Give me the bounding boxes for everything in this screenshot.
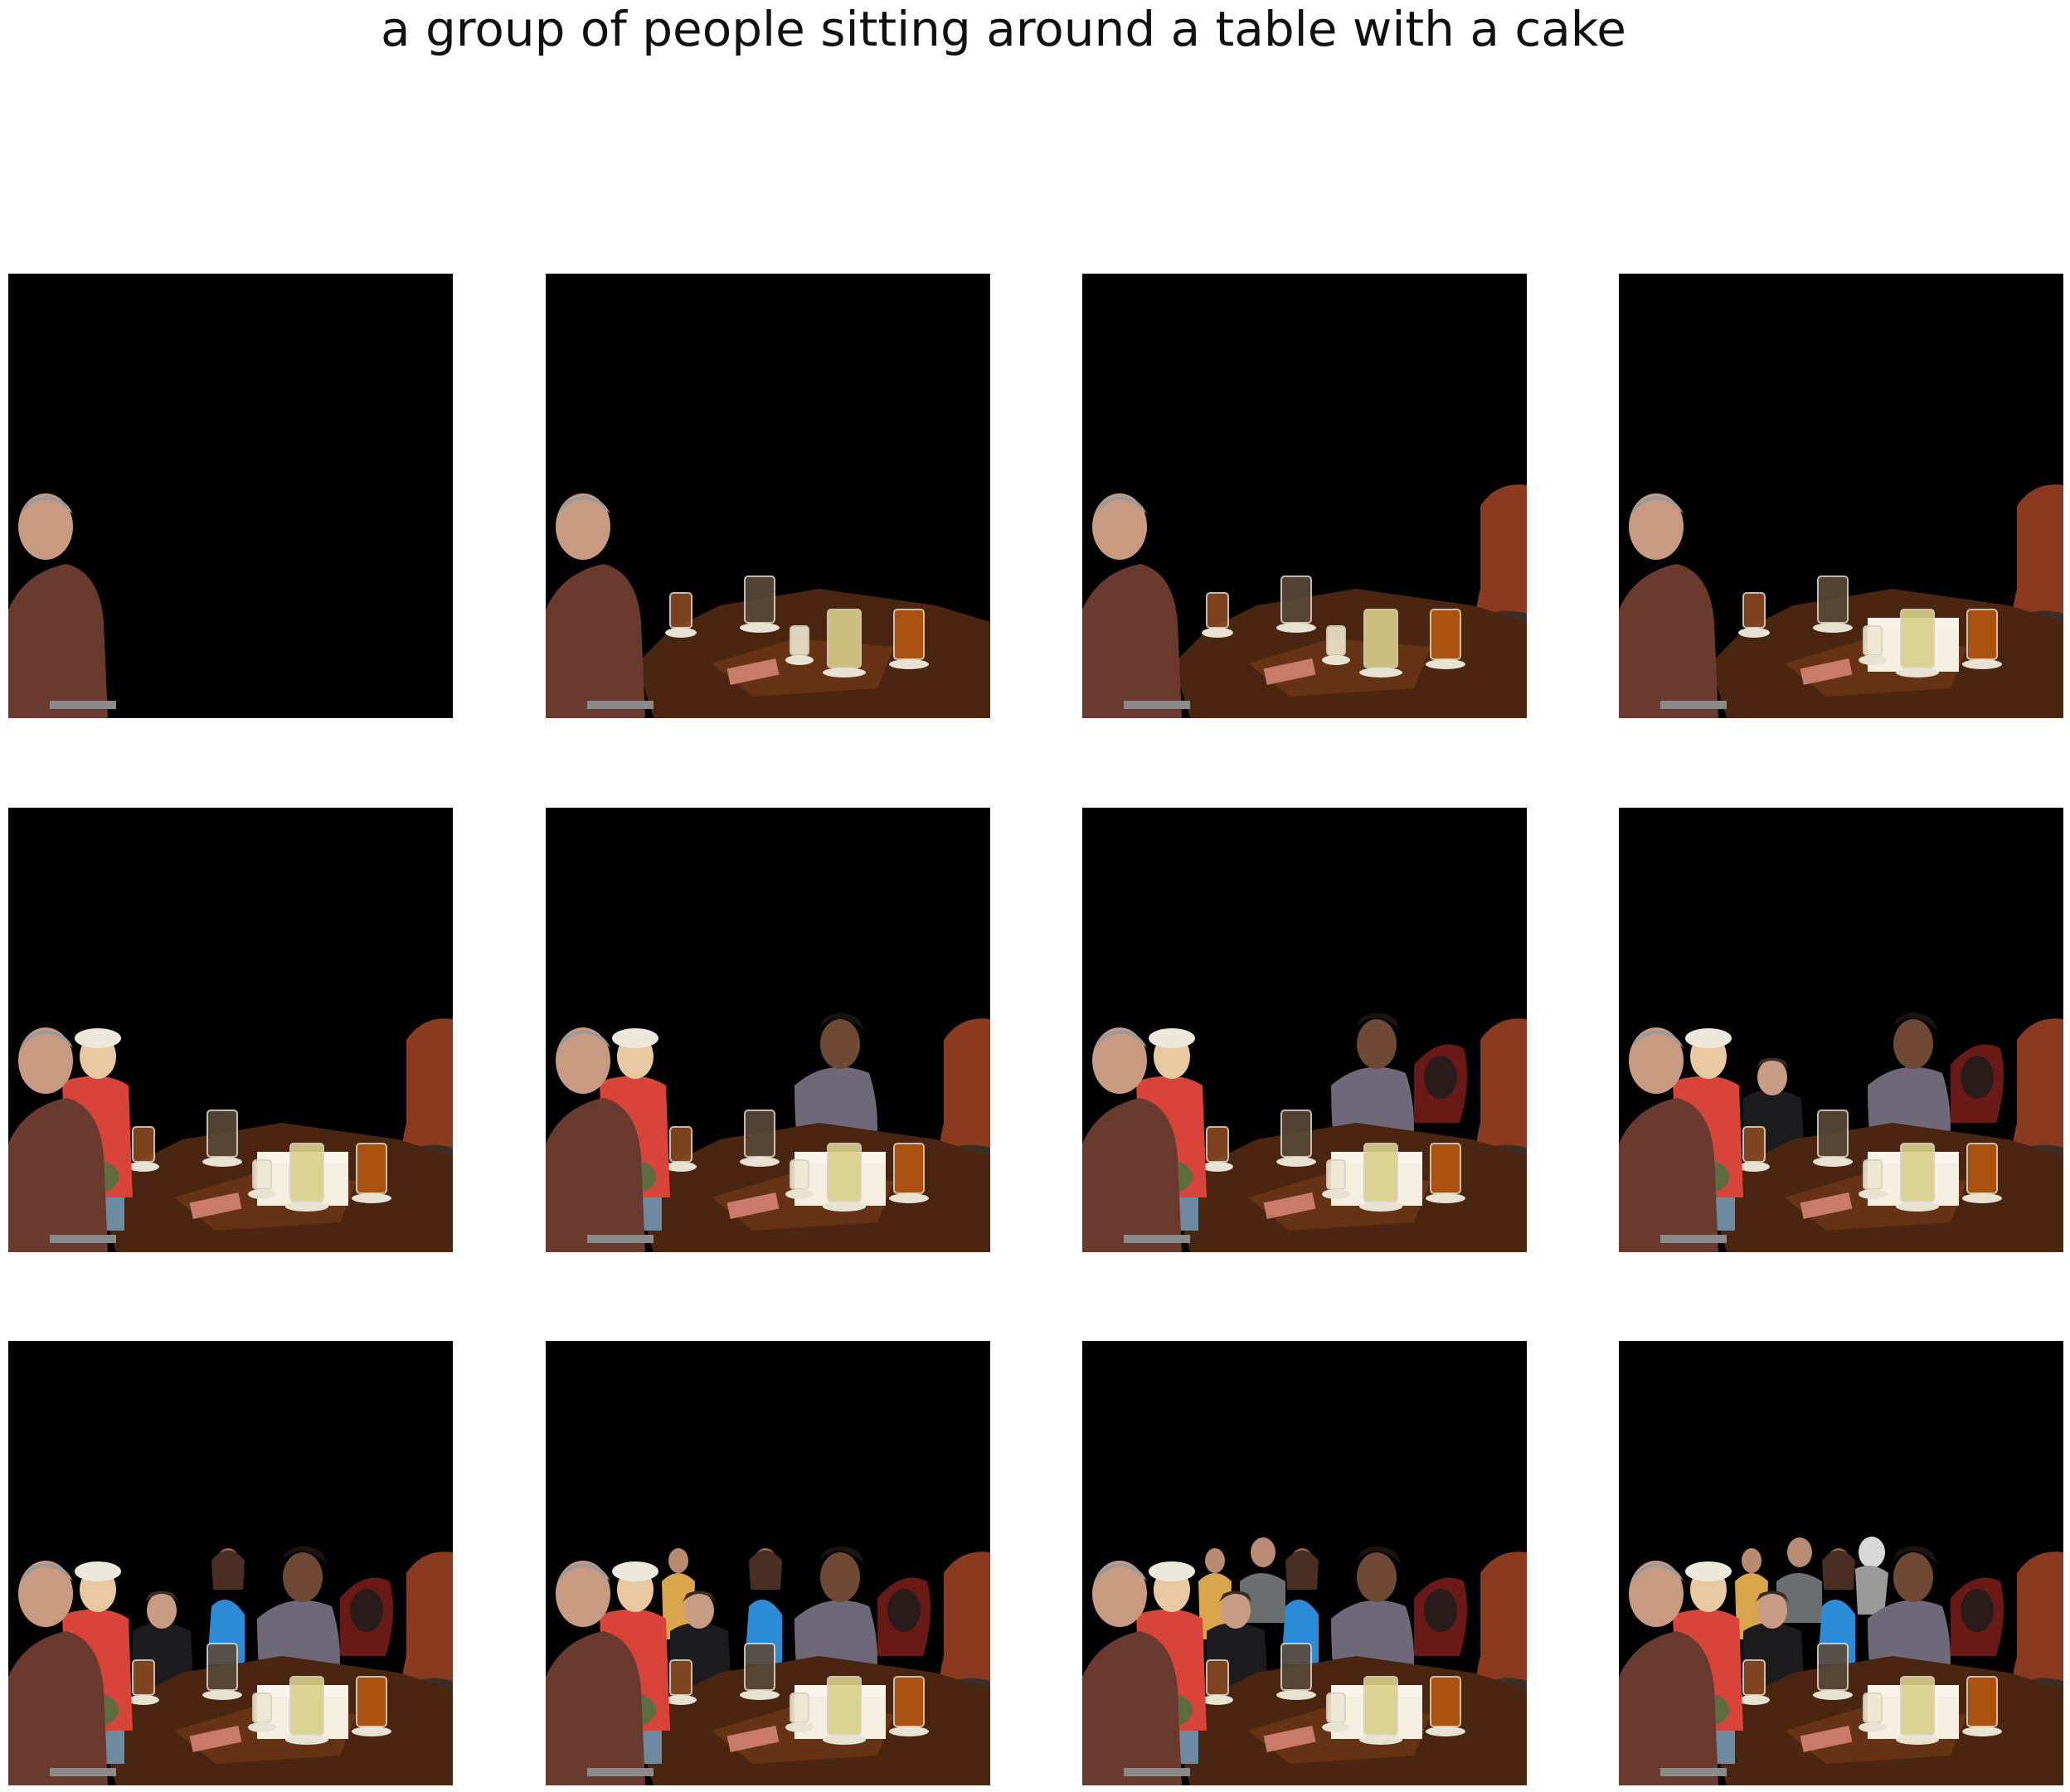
panel-4 bbox=[1619, 274, 2063, 718]
panel-1 bbox=[8, 274, 453, 718]
panel-10 bbox=[546, 1341, 990, 1785]
panel-8 bbox=[1619, 808, 2063, 1252]
segment-woman-hooded bbox=[1951, 1044, 2004, 1123]
panel-11 bbox=[1082, 1341, 1527, 1785]
panel-10-image bbox=[546, 1546, 990, 1785]
panel-2-image bbox=[546, 493, 990, 718]
segment-man-left bbox=[1082, 493, 1190, 718]
segment-woman-hooded bbox=[877, 1577, 931, 1656]
segment-woman-hooded bbox=[1414, 1577, 1467, 1656]
panel-6 bbox=[546, 808, 990, 1252]
panel-9-image bbox=[8, 1546, 453, 1785]
panel-7 bbox=[1082, 808, 1527, 1252]
segment-woman-hooded bbox=[1951, 1577, 2004, 1656]
panel-5-image bbox=[8, 1018, 453, 1252]
segment-woman-hooded bbox=[340, 1577, 393, 1656]
panel-3-image bbox=[1082, 484, 1527, 718]
segment-woman-hooded bbox=[1414, 1044, 1467, 1123]
panel-1-image bbox=[8, 493, 116, 718]
panel-4-image bbox=[1619, 484, 2063, 718]
panel-6-image bbox=[546, 1013, 990, 1252]
segment-man-left bbox=[1619, 493, 1727, 718]
panel-5 bbox=[8, 808, 453, 1252]
panel-12-image bbox=[1619, 1537, 2063, 1785]
segment-man-left bbox=[546, 493, 654, 718]
panel-8-image bbox=[1619, 1013, 2063, 1252]
panel-3 bbox=[1082, 274, 1527, 718]
panel-2 bbox=[546, 274, 990, 718]
panel-7-image bbox=[1082, 1013, 1527, 1252]
image-grid bbox=[0, 0, 2070, 1792]
panel-9 bbox=[8, 1341, 453, 1785]
panel-11-image bbox=[1082, 1537, 1527, 1785]
panel-12 bbox=[1619, 1341, 2063, 1785]
segment-baby-grayscale bbox=[1855, 1537, 1888, 1615]
segment-man-left bbox=[8, 493, 116, 718]
